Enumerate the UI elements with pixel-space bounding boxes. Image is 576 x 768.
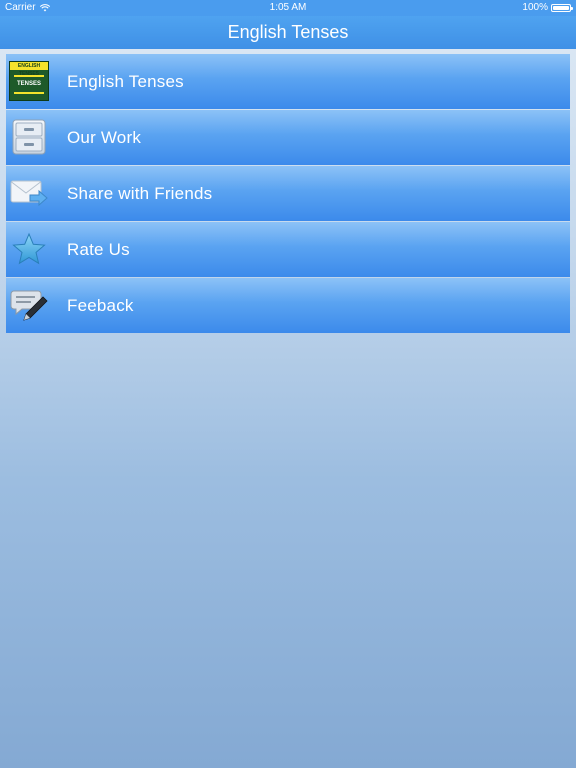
battery-percent: 100% <box>522 2 548 13</box>
battery-icon <box>551 4 573 12</box>
status-right: 100% <box>522 0 573 16</box>
drawer-cabinet-icon <box>8 116 50 158</box>
menu-list: ENGLISH TENSES TENSES English Tenses Our… <box>6 54 570 334</box>
battery-fill <box>553 6 569 10</box>
menu-item-rate-us[interactable]: Rate Us <box>6 222 570 277</box>
logo-top-text: ENGLISH TENSES <box>10 62 48 77</box>
logo-line <box>14 92 44 94</box>
menu-item-share-with-friends[interactable]: Share with Friends <box>6 166 570 221</box>
status-bar: Carrier 1:05 AM 100% <box>0 0 576 16</box>
menu-item-label: Our Work <box>67 127 142 147</box>
logo-line <box>14 75 44 77</box>
menu-item-feeback[interactable]: Feeback <box>6 278 570 333</box>
app-logo: ENGLISH TENSES TENSES <box>9 61 49 101</box>
menu-item-label: English Tenses <box>67 71 184 91</box>
status-time: 1:05 AM <box>269 2 307 13</box>
menu-item-label: Feeback <box>67 295 134 315</box>
page-title: English Tenses <box>227 22 349 42</box>
menu-item-label: Share with Friends <box>67 183 213 203</box>
menu-item-our-work[interactable]: Our Work <box>6 110 570 165</box>
menu-item-label: Rate Us <box>67 239 130 259</box>
logo-mid-text: TENSES <box>16 81 41 87</box>
comment-pencil-icon <box>8 284 50 326</box>
nav-bar: English Tenses <box>0 16 576 49</box>
battery-tip <box>571 7 573 10</box>
star-svg <box>12 232 46 265</box>
app-logo-icon: ENGLISH TENSES TENSES <box>8 60 50 102</box>
envelope-share-svg <box>10 180 48 207</box>
menu-item-english-tenses[interactable]: ENGLISH TENSES TENSES English Tenses <box>6 54 570 109</box>
star-icon <box>8 228 50 270</box>
drawer-cabinet-svg <box>12 119 46 155</box>
comment-pencil-svg <box>10 290 48 321</box>
envelope-share-icon <box>8 172 50 214</box>
